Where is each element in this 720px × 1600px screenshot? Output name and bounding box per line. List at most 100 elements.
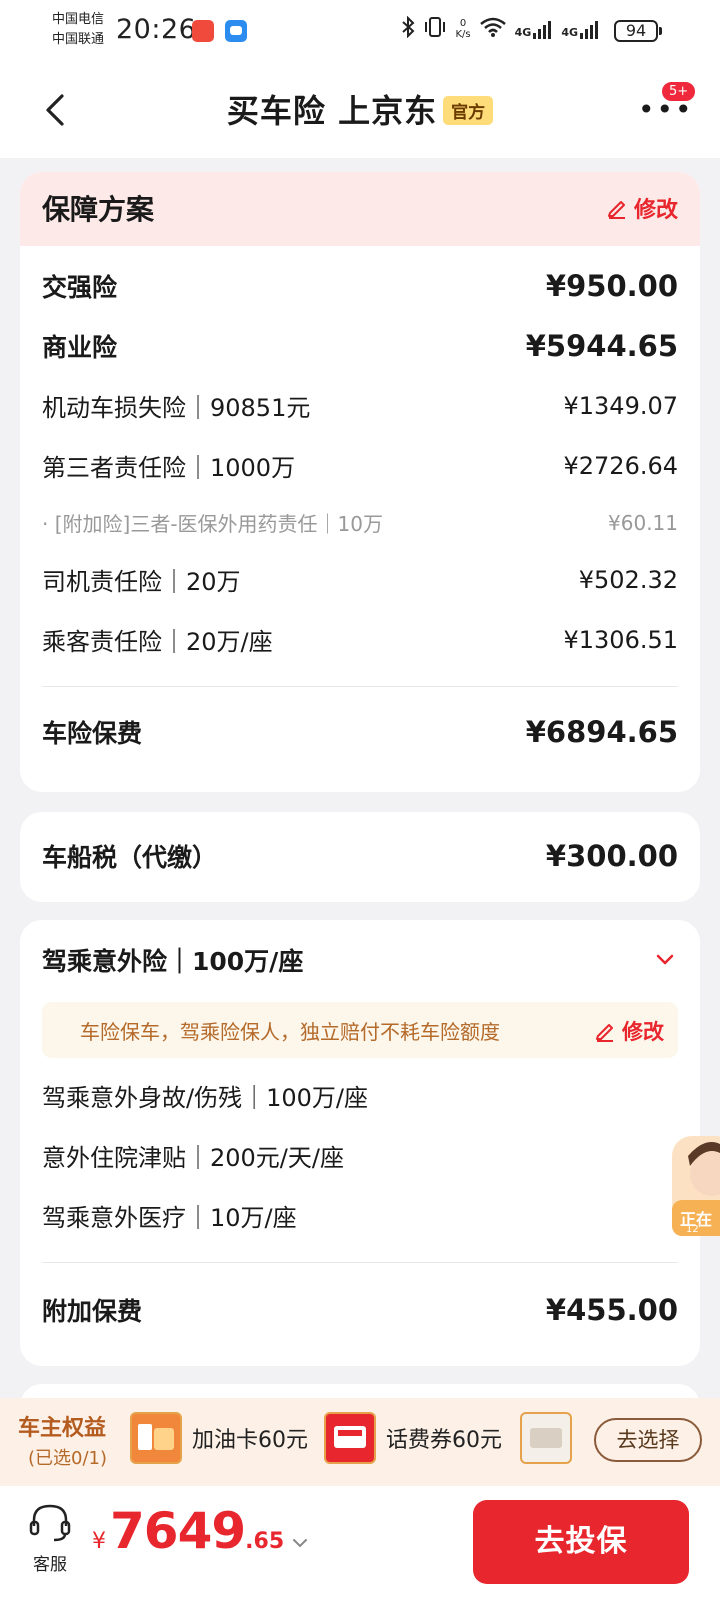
coverage-row: 司机责任险｜20万 ¥502.32 <box>42 562 678 597</box>
phone-coupon-benefit[interactable]: 话费券60元 <box>324 1412 502 1464</box>
customer-service-label: 客服 <box>33 1555 67 1575</box>
more-dots-icon: ••• <box>638 93 694 126</box>
extra-benefit-thumbnail <box>520 1412 572 1464</box>
benefits-title: 车主权益 <box>18 1416 107 1441</box>
premium-label: 车险保费 <box>42 719 143 748</box>
floating-agent[interactable]: 正在 12 <box>672 1126 720 1236</box>
divider <box>42 1262 678 1263</box>
app-notification-icon <box>192 20 214 42</box>
battery-indicator: 94 <box>614 20 662 42</box>
status-bar: 中国电信 中国联通 20:26 0 K/s 4G 4G 94 <box>0 0 720 64</box>
net-speed-value: 0 <box>459 18 467 29</box>
bottom-bar: 客服 ¥ 7649 .65 去投保 <box>0 1486 720 1600</box>
message-badge: 5+ <box>660 80 698 103</box>
signal-1-label: 4G <box>514 26 532 39</box>
signal-1-icon: 4G <box>515 19 554 39</box>
premium-row: 车险保费 ¥6894.65 <box>42 714 678 750</box>
coverage-row: 机动车损失险｜90851元 ¥1349.07 <box>42 388 678 423</box>
coverage-row: 第三者责任险｜1000万 ¥2726.64 <box>42 448 678 483</box>
nav-bar: 买车险 上京东 官方 ••• 5+ <box>0 64 720 158</box>
carrier-1: 中国电信 <box>52 12 105 27</box>
commercial-price: ¥5944.65 <box>525 329 678 363</box>
coverage-label: 机动车损失险｜90851元 <box>42 394 311 422</box>
page-title: 买车险 上京东 官方 <box>0 86 720 132</box>
phone-coupon-label: 话费券60元 <box>386 1428 502 1453</box>
premium-price: ¥6894.65 <box>525 715 678 749</box>
total-price[interactable]: ¥ 7649 .65 <box>92 1502 308 1560</box>
phone-coupon-thumbnail <box>324 1412 376 1464</box>
wifi-icon <box>479 16 507 42</box>
edit-icon <box>607 201 625 219</box>
choose-benefit-button[interactable]: 去选择 <box>594 1418 702 1462</box>
coverage-price: ¥1306.51 <box>563 625 678 654</box>
coverage-price: ¥2726.64 <box>563 451 678 480</box>
plan-card: 保障方案 修改 交强险 ¥950.00 商业险 ¥5944.65 机动车损失险｜… <box>20 172 700 792</box>
fuel-card-label: 加油卡60元 <box>192 1428 308 1453</box>
fuel-card-benefit[interactable]: 加油卡60元 <box>130 1412 308 1464</box>
chevron-down-icon[interactable] <box>654 948 676 970</box>
commercial-label: 商业险 <box>42 333 118 362</box>
compulsory-row: 交强险 ¥950.00 <box>42 268 678 304</box>
total-price-decimal: .65 <box>245 1529 285 1554</box>
addon-premium-row: 附加保费 ¥455.00 <box>42 1292 678 1328</box>
net-speed-unit: K/s <box>455 29 471 40</box>
vibrate-icon <box>423 16 447 42</box>
coupon-icon <box>334 1426 366 1448</box>
accident-item-row: 意外住院津贴｜200元/天/座 <box>42 1138 678 1173</box>
coverage-label: 司机责任险｜20万 <box>42 568 241 596</box>
plan-title: 保障方案 <box>42 193 155 226</box>
coverage-price: ¥1349.07 <box>563 391 678 420</box>
addon-premium-price: ¥455.00 <box>545 1293 678 1327</box>
fuel-card-thumbnail <box>130 1412 182 1464</box>
owner-benefits-bar: 车主权益 (已选0/1) 加油卡60元 话费券60元 去选择 <box>0 1398 720 1486</box>
official-tag: 官方 <box>443 96 494 125</box>
vehicle-tax-label: 车船税（代缴） <box>42 843 218 872</box>
coverage-row: 乘客责任险｜20万/座 ¥1306.51 <box>42 622 678 657</box>
message-app-icon <box>225 20 247 42</box>
accident-edit-button[interactable]: 修改 <box>594 1016 664 1046</box>
vehicle-tax-row: 车船税（代缴） ¥300.00 <box>42 838 678 874</box>
carrier-info: 中国电信 中国联通 <box>52 10 104 50</box>
carrier-2: 中国联通 <box>52 32 105 47</box>
page-title-text: 买车险 上京东 <box>226 92 438 130</box>
accident-tip: 车险保车，驾乘险保人，独立赔付不耗车险额度 修改 <box>42 1002 678 1058</box>
customer-service-button[interactable]: 客服 <box>28 1502 72 1575</box>
addon-premium-label: 附加保费 <box>42 1297 143 1326</box>
plan-edit-button[interactable]: 修改 <box>606 192 678 224</box>
accident-edit-label: 修改 <box>622 1020 664 1044</box>
addon-coverage-row: · [附加险]三者-医保外用药责任｜10万 ¥60.11 <box>42 508 678 537</box>
accident-item-row: 驾乘意外身故/伤残｜100万/座 <box>42 1078 678 1113</box>
accident-header[interactable]: 驾乘意外险｜100万/座 <box>42 942 678 978</box>
compulsory-label: 交强险 <box>42 273 118 302</box>
plan-header: 保障方案 修改 <box>20 172 700 246</box>
vehicle-tax-card: 车船税（代缴） ¥300.00 <box>20 812 700 902</box>
accident-item-label: 意外住院津贴｜200元/天/座 <box>42 1144 344 1172</box>
commercial-row: 商业险 ¥5944.65 <box>42 328 678 364</box>
edit-icon <box>596 1024 613 1042</box>
accident-tip-text: 车险保车，驾乘险保人，独立赔付不耗车险额度 <box>80 1020 500 1044</box>
signal-2-icon: 4G <box>561 19 600 39</box>
headset-icon <box>29 1504 71 1542</box>
accident-insurance-card: 驾乘意外险｜100万/座 车险保车，驾乘险保人，独立赔付不耗车险额度 修改 驾乘… <box>20 920 700 1366</box>
buy-insurance-button[interactable]: 去投保 <box>473 1500 689 1584</box>
currency-symbol: ¥ <box>92 1529 106 1554</box>
fuel-pump-icon <box>138 1424 174 1450</box>
coverage-price: ¥502.32 <box>578 565 678 594</box>
extra-benefit[interactable] <box>520 1412 572 1464</box>
agent-count: 12 <box>686 1224 699 1235</box>
vehicle-tax-price: ¥300.00 <box>545 839 678 873</box>
accident-item-label: 驾乘意外医疗｜10万/座 <box>42 1204 297 1232</box>
signal-2-label: 4G <box>561 26 578 39</box>
compulsory-price: ¥950.00 <box>545 269 678 303</box>
total-price-integer: 7649 <box>110 1502 246 1560</box>
coverage-price: ¥60.11 <box>608 510 678 535</box>
divider <box>42 686 678 687</box>
coverage-label: · [附加险]三者-医保外用药责任｜10万 <box>42 512 383 536</box>
benefits-subtitle: (已选0/1) <box>28 1448 108 1469</box>
coverage-label: 乘客责任险｜20万/座 <box>42 628 273 656</box>
status-time: 20:26 <box>116 14 197 45</box>
coverage-label: 第三者责任险｜1000万 <box>42 454 296 482</box>
bluetooth-icon <box>401 15 415 42</box>
plan-edit-label: 修改 <box>633 198 678 223</box>
card-icon <box>530 1428 562 1448</box>
